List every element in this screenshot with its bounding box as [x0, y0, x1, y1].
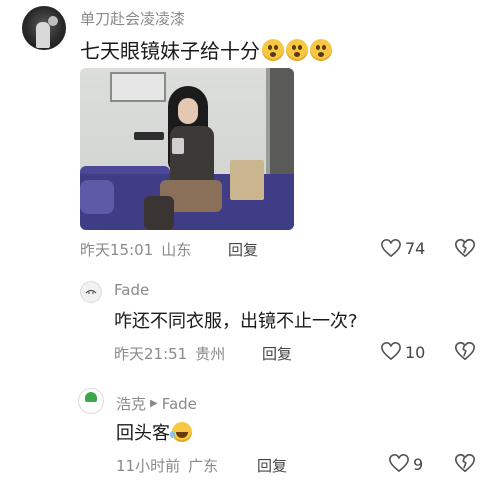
reply-meta: 昨天21:51 贵州 [114, 343, 225, 364]
reply-button[interactable]: 回复 [262, 343, 292, 364]
reply-time: 昨天21:51 [114, 345, 188, 363]
like-count: 9 [413, 455, 424, 474]
avatar-figure-head [48, 16, 58, 26]
clapping-face-emoji-icon [262, 38, 284, 61]
comment-location: 山东 [161, 241, 192, 259]
reply-to-name[interactable]: Fade [162, 395, 197, 413]
heart-outline-icon[interactable] [380, 238, 402, 258]
avatar-main-commenter[interactable] [22, 6, 66, 50]
like-count: 10 [405, 343, 426, 362]
person [170, 126, 214, 186]
comment-time: 昨天15:01 [80, 241, 154, 259]
reply-text: 咋还不同衣服，出镜不止一次? [114, 311, 358, 332]
avatar-reply-fade[interactable] [80, 281, 102, 303]
commenter-name[interactable]: 单刀赴会凌凌漆 [80, 8, 185, 29]
reply-author-name[interactable]: 浩克 [116, 393, 146, 414]
broken-heart-icon[interactable] [454, 452, 476, 474]
green-logo-icon [85, 392, 97, 402]
comment-text-content: 七天眼镜妹子给十分 [80, 39, 260, 63]
clapping-face-emoji-icon [286, 38, 308, 61]
avatar-sketch-icon [85, 289, 97, 294]
heart-outline-icon[interactable] [388, 453, 410, 473]
reply-meta: 11小时前 广东 [116, 455, 218, 476]
reply-button[interactable]: 回复 [257, 455, 287, 476]
comment-photo[interactable] [80, 68, 294, 230]
heart-outline-icon[interactable] [380, 341, 402, 361]
reply-text: 回头客 [116, 419, 192, 445]
avatar-figure [36, 22, 50, 48]
reply-location: 贵州 [195, 345, 226, 363]
broken-heart-icon[interactable] [454, 340, 476, 362]
like-count: 74 [405, 239, 426, 258]
reply-time: 11小时前 [116, 457, 181, 475]
reply-author-name[interactable]: Fade [114, 281, 149, 299]
paper-bag [230, 160, 264, 200]
wall-frame [110, 72, 166, 102]
reply-location: 广东 [188, 457, 219, 475]
comment-text: 七天眼镜妹子给十分 [80, 35, 332, 64]
reply-author-line: 浩克 ▶ Fade [116, 393, 197, 414]
comment-meta: 昨天15:01 山东 [80, 239, 191, 260]
laughing-tears-emoji-icon [170, 422, 192, 442]
avatar-reply-haoke[interactable] [78, 388, 104, 414]
reply-button[interactable]: 回复 [228, 239, 258, 260]
broken-heart-icon[interactable] [454, 237, 476, 259]
clapping-face-emoji-icon [310, 38, 332, 61]
play-triangle-icon: ▶ [150, 398, 158, 409]
reply-text-content: 回头客 [116, 423, 170, 444]
